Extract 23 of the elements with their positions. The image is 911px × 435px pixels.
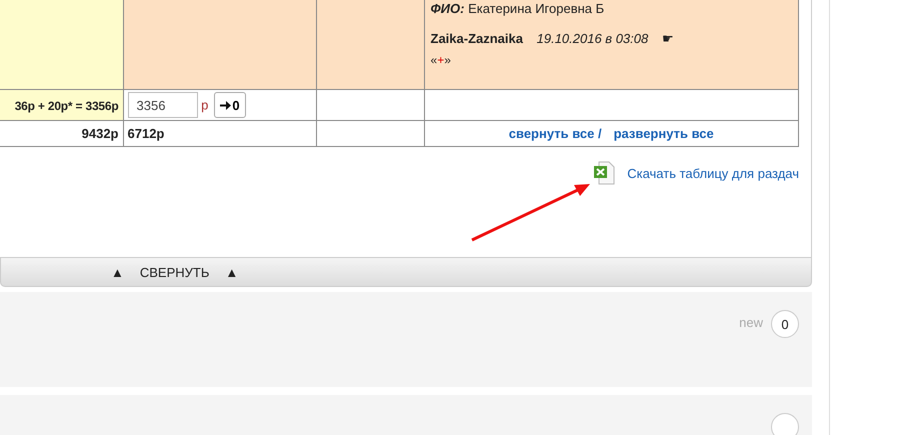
total-amount: 9432р bbox=[82, 126, 118, 141]
sum-formula: 36р + 20р* = 3356р bbox=[14, 98, 118, 112]
full-name: ФИО: Екатерина Игоревна Б bbox=[430, 1, 606, 16]
new-label: new bbox=[739, 315, 763, 330]
pointing-hand-icon: ☛ bbox=[662, 31, 674, 46]
separator: / bbox=[598, 126, 602, 141]
download-table-link[interactable]: Скачать таблицу для раздач bbox=[627, 166, 799, 180]
collapse-label: СВЕРНУТЬ bbox=[140, 264, 210, 280]
apply-button[interactable]: 0 bbox=[214, 92, 246, 118]
collapse-bar[interactable]: ▲ СВЕРНУТЬ ▲ bbox=[0, 257, 812, 288]
author-name: Zaika-Zaznaika bbox=[430, 31, 523, 46]
up-triangle-icon: ▲ bbox=[111, 264, 124, 280]
up-triangle-icon: ▲ bbox=[225, 264, 238, 280]
arrow-right-icon bbox=[220, 100, 232, 110]
comment-date: 19.10.2016 в 03:08 bbox=[536, 31, 648, 46]
total-amount: 6712р bbox=[128, 126, 164, 141]
amount-field[interactable]: 3356 bbox=[128, 92, 198, 118]
count-badge: 0 bbox=[771, 310, 799, 338]
collapse-all-link[interactable]: свернуть все bbox=[508, 126, 594, 141]
expand-all-link[interactable]: развернуть все bbox=[614, 126, 714, 141]
spreadsheet-file-icon bbox=[593, 161, 616, 185]
vote-mark: «+» bbox=[430, 53, 451, 67]
currency-label: р bbox=[201, 98, 208, 112]
